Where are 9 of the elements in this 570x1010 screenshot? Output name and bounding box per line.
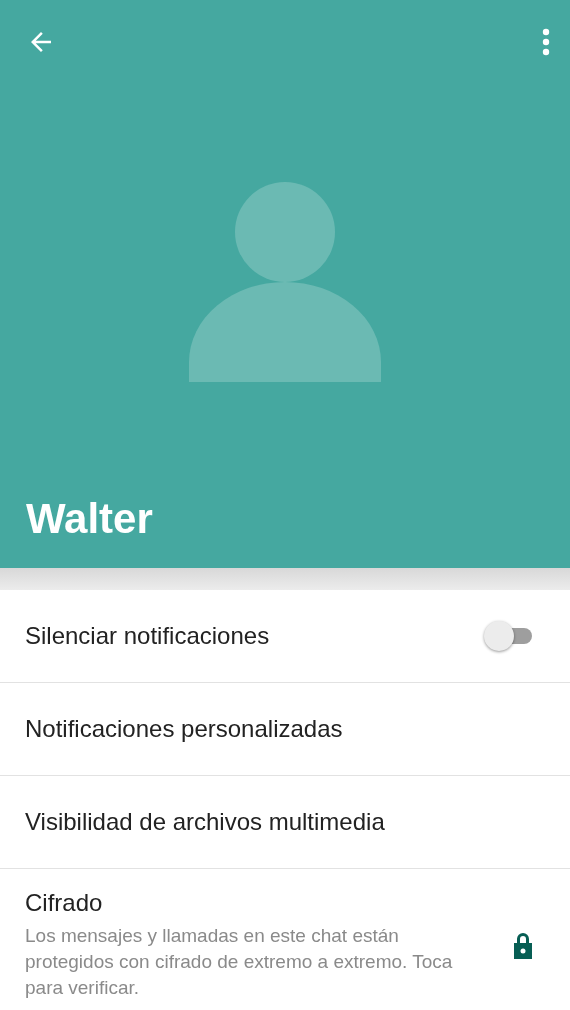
more-options-button[interactable] [542, 28, 550, 56]
contact-name: Walter [26, 498, 153, 540]
setting-label: Silenciar notificaciones [25, 622, 270, 650]
setting-item[interactable]: Notificaciones personalizadas [25, 715, 343, 743]
lock-icon [512, 931, 534, 959]
setting-description: Los mensajes y llamadas en este chat están protegidos con cifrado de extremo a extremo. Toca para verificar. [25, 924, 454, 1000]
setting-label[interactable]: Cifrado [25, 889, 470, 917]
setting-item[interactable]: Visibilidad de archivos multimedia [25, 808, 385, 836]
toggle-switch[interactable] [484, 621, 534, 651]
